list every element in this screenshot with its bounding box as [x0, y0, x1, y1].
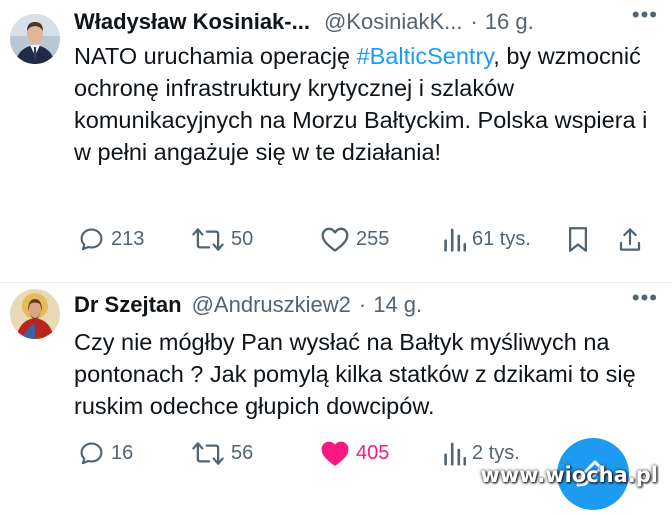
- reply-count: 213: [111, 227, 145, 250]
- timestamp[interactable]: 14 g.: [373, 292, 422, 318]
- like-button[interactable]: 405: [320, 436, 389, 470]
- bookmark-button[interactable]: [566, 222, 590, 256]
- separator-dot: ·: [358, 292, 367, 317]
- retweet-icon: [192, 227, 224, 251]
- reply-icon: [80, 442, 103, 464]
- retweet-icon: [192, 441, 224, 465]
- views-count: 61 tys.: [472, 227, 531, 250]
- more-options-button[interactable]: •••: [632, 2, 658, 28]
- views-icon: [444, 228, 466, 252]
- retweet-button[interactable]: 50: [191, 222, 253, 256]
- reply-button[interactable]: 16: [78, 436, 133, 470]
- share-icon: [619, 227, 641, 251]
- author-name[interactable]: Dr Szejtan: [74, 292, 182, 318]
- retweet-count: 50: [231, 227, 254, 250]
- bookmark-icon: [569, 226, 587, 252]
- like-button[interactable]: 255: [320, 222, 389, 256]
- tweet-1[interactable]: Władysław Kosiniak-... @KosiniakK... · 1…: [0, 0, 672, 282]
- tweet-text: NATO uruchamia operację #BalticSentry, b…: [74, 40, 664, 168]
- author-name[interactable]: Władysław Kosiniak-...: [74, 9, 310, 35]
- like-icon: [321, 227, 349, 252]
- views-count: 2 tys.: [472, 441, 520, 464]
- like-icon: [321, 441, 349, 466]
- tweet-header: Dr Szejtan @Andruszkiew2 · 14 g. •••: [74, 285, 658, 321]
- avatar-kosiniak[interactable]: [10, 14, 60, 64]
- views-icon: [444, 442, 466, 466]
- timestamp[interactable]: 16 g.: [485, 9, 534, 35]
- tweet-header: Władysław Kosiniak-... @KosiniakK... · 1…: [74, 2, 658, 38]
- tweet-text: Czy nie mógłby Pan wysłać na Bałtyk myśl…: [74, 329, 636, 419]
- like-count: 405: [356, 441, 390, 464]
- author-handle[interactable]: @Andruszkiew2: [192, 292, 351, 318]
- views-button[interactable]: 61 tys.: [442, 222, 531, 256]
- tweet-text-part: NATO uruchamia operację: [74, 43, 357, 69]
- retweet-count: 56: [231, 441, 254, 464]
- reply-count: 16: [111, 441, 134, 464]
- like-count: 255: [356, 227, 390, 250]
- avatar-szejtan[interactable]: [10, 289, 60, 339]
- separator-dot: ·: [470, 9, 478, 34]
- action-bar: 213 50 255 61 tys.: [74, 222, 654, 256]
- reply-icon: [80, 228, 103, 250]
- watermark: www.wiocha.pl: [480, 463, 658, 487]
- author-handle[interactable]: @KosiniakK...: [324, 9, 463, 35]
- share-button[interactable]: [618, 222, 642, 256]
- more-options-button[interactable]: •••: [632, 285, 658, 311]
- retweet-button[interactable]: 56: [191, 436, 253, 470]
- reply-button[interactable]: 213: [78, 222, 144, 256]
- hashtag-link[interactable]: #BalticSentry: [357, 43, 494, 69]
